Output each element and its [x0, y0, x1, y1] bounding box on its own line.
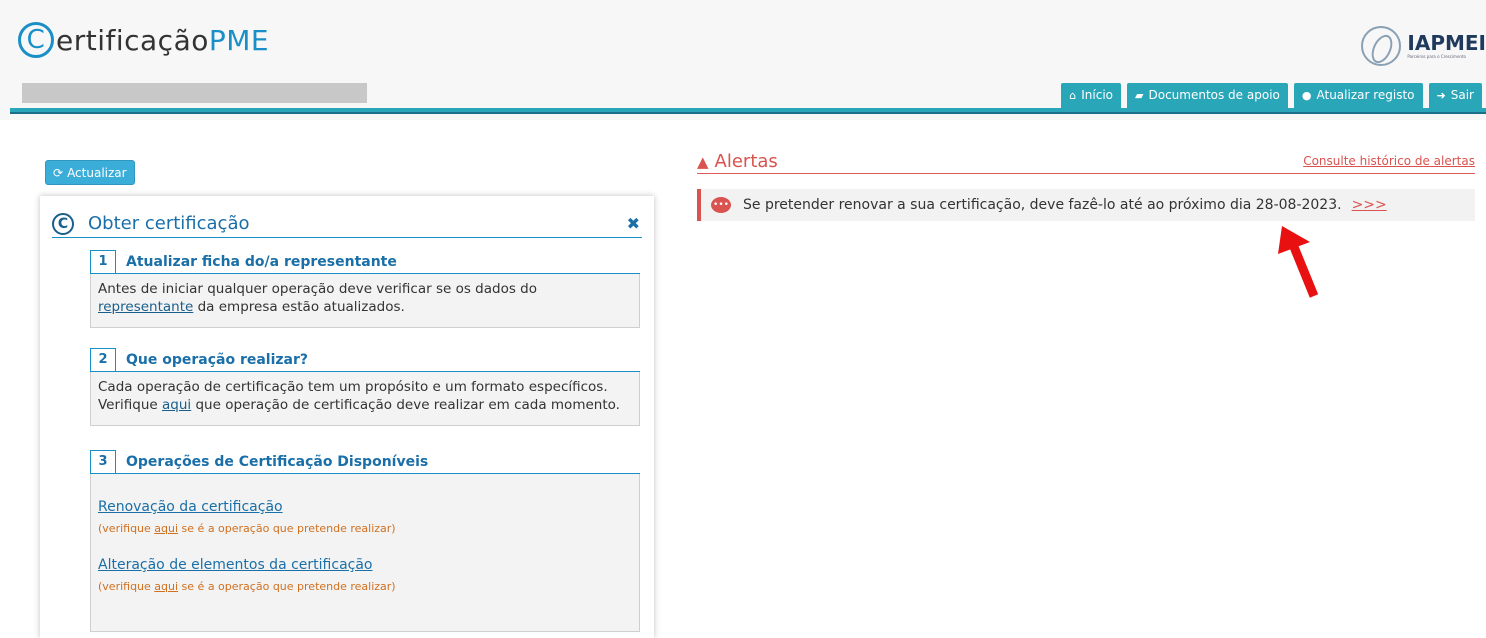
header-divider-dark	[10, 112, 1486, 114]
nav-label: Atualizar registo	[1316, 88, 1415, 102]
step-body: Renovação da certificação (verifique aqu…	[90, 474, 640, 632]
alerts-header: ▲ Alertas Consulte histórico de alertas	[697, 150, 1475, 174]
step-number: 3	[90, 449, 116, 474]
panel-header: C Obter certificação ✖	[52, 210, 642, 238]
nav-atualizar-registo-button[interactable]: ● Atualizar registo	[1293, 83, 1423, 108]
operation-note: (verifique aqui se é a operação que pret…	[98, 520, 632, 538]
step-title: Operações de Certificação Disponíveis	[126, 453, 429, 470]
note-text-after: se é a operação que pretende realizar)	[178, 522, 396, 535]
step-title: Que operação realizar?	[126, 351, 309, 368]
close-icon[interactable]: ✖	[627, 214, 640, 233]
actualizar-label: Actualizar	[67, 165, 127, 180]
step-header: 2 Que operação realizar?	[90, 347, 640, 372]
redacted-user-info	[22, 83, 367, 103]
step-text-after: que operação de certificação deve realiz…	[191, 397, 620, 413]
note-aqui-link[interactable]: aqui	[154, 580, 178, 593]
step-body: Cada operação de certificação tem um pro…	[90, 372, 640, 426]
alerts-title: Alertas	[714, 151, 778, 172]
sign-out-icon: ➜	[1436, 89, 1446, 102]
step-title: Atualizar ficha do/a representante	[126, 253, 397, 270]
logo-c-mark: C	[18, 22, 54, 58]
actualizar-button[interactable]: ⟳ Actualizar	[45, 160, 135, 185]
step-3: 3 Operações de Certificação Disponíveis …	[90, 449, 640, 632]
logo-text: ertificação	[56, 23, 209, 57]
copyright-icon: C	[52, 212, 74, 235]
operation-note: (verifique aqui se é a operação que pret…	[98, 578, 632, 596]
note-text: (verifique	[98, 580, 155, 593]
note-aqui-link[interactable]: aqui	[154, 522, 178, 535]
aqui-link[interactable]: aqui	[162, 397, 191, 413]
representante-link[interactable]: representante	[98, 299, 193, 315]
step-number: 2	[90, 347, 116, 372]
nav-label: Início	[1081, 88, 1114, 102]
step-text: Cada operação de certificação tem um pro…	[98, 379, 608, 395]
header: C ertificação PME IAPMEI Parceiros para o…	[0, 0, 1486, 120]
user-icon: ●	[1301, 89, 1312, 102]
operation-item: Alteração de elementos da certificação (…	[98, 556, 632, 596]
nav-label: Documentos de apoio	[1148, 88, 1280, 102]
step-2: 2 Que operação realizar? Cada operação d…	[90, 347, 640, 426]
step-text: Verifique	[98, 397, 163, 413]
step-header: 1 Atualizar ficha do/a representante	[90, 249, 640, 274]
certificacao-pme-logo[interactable]: C ertificação PME	[18, 22, 269, 58]
alteracao-link[interactable]: Alteração de elementos da certificação	[98, 557, 372, 573]
refresh-icon: ⟳	[53, 165, 64, 180]
alert-text: Se pretender renovar a sua certificação,…	[743, 197, 1342, 213]
note-text: (verifique	[98, 522, 155, 535]
alert-more-link[interactable]: >>>	[1352, 197, 1387, 213]
iapmei-wordmark: IAPMEI	[1407, 31, 1486, 55]
alert-history-link[interactable]: Consulte histórico de alertas	[1303, 154, 1475, 168]
red-arrow-annotation	[1278, 226, 1319, 298]
iapmei-logo[interactable]: IAPMEI Parceiros para o Crescimento	[1361, 26, 1486, 66]
step-body: Antes de iniciar qualquer operação deve …	[90, 274, 640, 328]
comment-icon: •••	[711, 197, 731, 213]
logo-suffix: PME	[208, 23, 270, 57]
nav-documentos-button[interactable]: ▰ Documentos de apoio	[1127, 83, 1288, 108]
iapmei-ring-icon	[1361, 26, 1402, 66]
panel-title: Obter certificação	[88, 213, 250, 234]
book-icon: ▰	[1135, 89, 1144, 102]
home-icon: ⌂	[1069, 89, 1077, 102]
step-number: 1	[90, 249, 116, 274]
step-text-after: da empresa estão atualizados.	[193, 299, 405, 315]
renovacao-link[interactable]: Renovação da certificação	[98, 499, 283, 515]
warning-icon: ▲	[697, 152, 709, 171]
note-text-after: se é a operação que pretende realizar)	[178, 580, 396, 593]
operation-item: Renovação da certificação (verifique aqu…	[98, 498, 632, 538]
alert-message: ••• Se pretender renovar a sua certifica…	[697, 189, 1475, 221]
nav-inicio-button[interactable]: ⌂ Início	[1061, 83, 1122, 108]
step-header: 3 Operações de Certificação Disponíveis	[90, 449, 640, 474]
nav-label: Sair	[1450, 88, 1474, 102]
obter-certificacao-panel: C Obter certificação ✖ 1 Atualizar ficha…	[40, 196, 654, 638]
nav-sair-button[interactable]: ➜ Sair	[1428, 83, 1482, 108]
step-text: Antes de iniciar qualquer operação deve …	[98, 281, 537, 297]
step-1: 1 Atualizar ficha do/a representante Ant…	[90, 249, 640, 328]
top-nav: ⌂ Início ▰ Documentos de apoio ● Atualiz…	[1061, 83, 1482, 108]
